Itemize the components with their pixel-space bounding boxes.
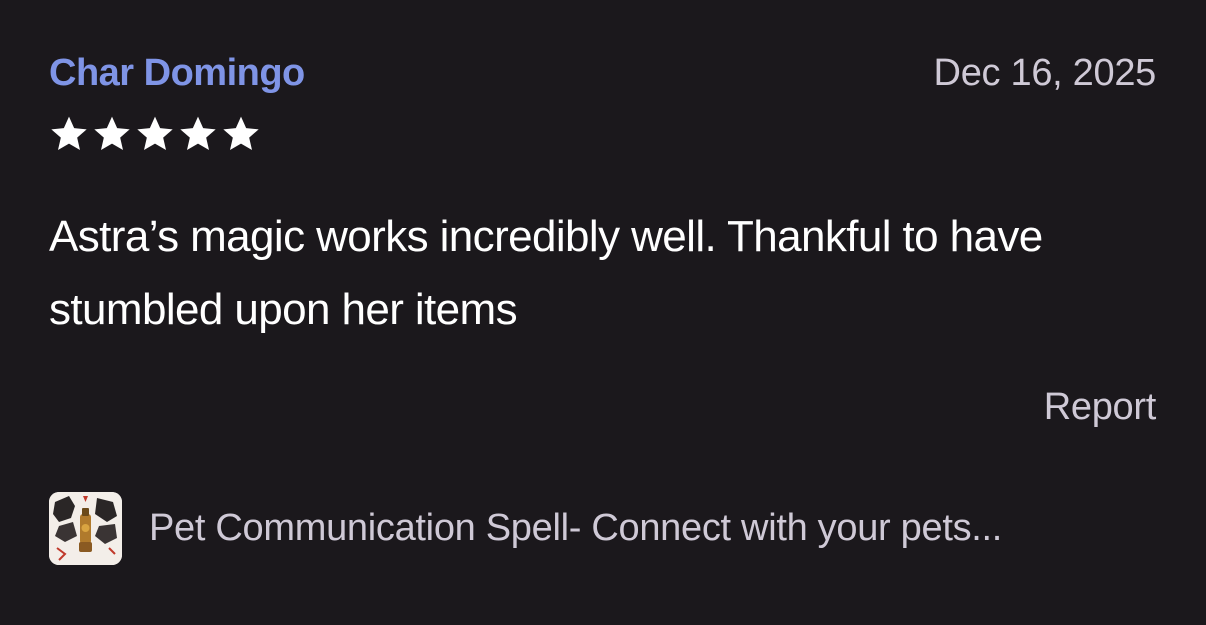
- report-button[interactable]: Report: [1044, 384, 1157, 430]
- review-date: Dec 16, 2025: [933, 52, 1157, 94]
- product-title[interactable]: Pet Communication Spell- Connect with yo…: [149, 505, 1002, 551]
- star-icon: [221, 114, 261, 154]
- review-card: Char Domingo Dec 16, 2025 Astra’s magic …: [0, 0, 1206, 625]
- star-icon: [92, 114, 132, 154]
- star-icon: [178, 114, 218, 154]
- star-icon: [49, 114, 89, 154]
- star-icon: [135, 114, 175, 154]
- reviewer-name[interactable]: Char Domingo: [49, 50, 305, 96]
- product-thumbnail-image[interactable]: [49, 491, 122, 565]
- review-text: Astra’s magic works incredibly well. Tha…: [49, 212, 1043, 334]
- star-rating: [49, 114, 261, 154]
- product-link[interactable]: Pet Communication Spell- Connect with yo…: [49, 490, 1159, 566]
